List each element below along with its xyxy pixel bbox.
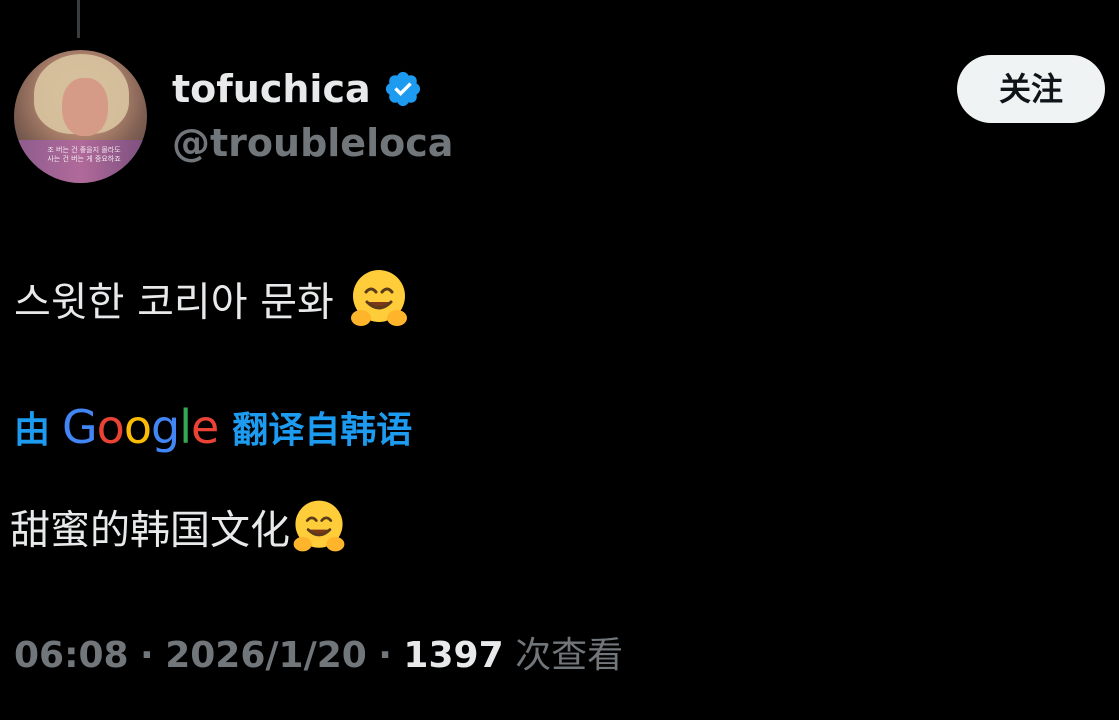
meta-separator: · <box>140 635 154 676</box>
follow-button[interactable]: 关注 <box>957 55 1105 123</box>
google-logo-letter: g <box>150 400 180 454</box>
verified-badge-icon[interactable] <box>383 69 423 109</box>
tweet-time[interactable]: 06:08 <box>14 635 129 676</box>
translated-text-content: 甜蜜的韩国文化 <box>10 507 290 554</box>
google-logo: Google <box>62 398 219 456</box>
translation-attribution[interactable]: 由 Google 翻译自韩语 <box>14 398 412 456</box>
views-count: 1397 <box>403 635 504 676</box>
views-label: 次查看 <box>515 635 624 676</box>
translation-suffix: 翻译自韩语 <box>232 410 413 451</box>
tweet-text-content: 스윗한 코리아 문화 <box>14 279 334 326</box>
hugging-face-icon <box>290 497 348 568</box>
author-display-name-row[interactable]: tofuchica <box>172 66 423 112</box>
meta-separator: · <box>378 635 392 676</box>
translation-prefix: 由 <box>14 410 51 451</box>
tweet-meta: 06:08 · 2026/1/20 · 1397 次查看 <box>14 630 623 682</box>
tweet-date[interactable]: 2026/1/20 <box>165 635 367 676</box>
google-logo-letter: l <box>179 400 192 454</box>
avatar-face <box>62 78 108 136</box>
thread-connector-line <box>77 0 80 38</box>
author-handle[interactable]: @troubleloca <box>172 120 453 166</box>
google-logo-letter: e <box>190 400 219 454</box>
author-display-name[interactable]: tofuchica <box>172 66 371 112</box>
avatar-caption: 조 버는 건 좋을지 몰라도 사는 건 버는 게 중요하죠 <box>47 146 121 163</box>
google-logo-letter: o <box>96 400 125 454</box>
hugging-face-icon <box>347 266 411 343</box>
google-logo-letter: o <box>123 400 152 454</box>
google-logo-letter: G <box>62 400 98 454</box>
avatar[interactable]: 조 버는 건 좋을지 몰라도 사는 건 버는 게 중요하죠 <box>14 50 147 183</box>
tweet-text: 스윗한 코리아 문화 <box>14 266 411 343</box>
translated-text: 甜蜜的韩国文化 <box>10 497 348 568</box>
